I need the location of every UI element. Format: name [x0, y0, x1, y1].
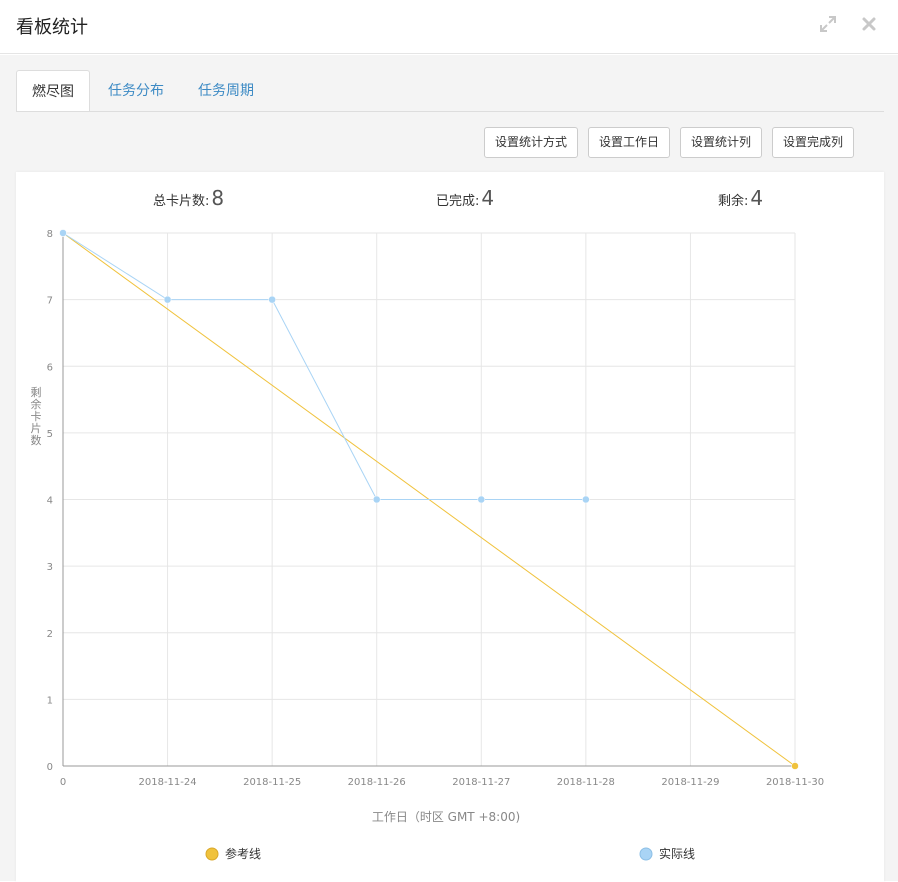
x-tick-label: 2018-11-28	[557, 777, 615, 788]
y-tick-label: 6	[47, 362, 53, 373]
series-point-1	[372, 495, 381, 504]
y-tick-label: 1	[47, 695, 53, 706]
x-tick-label: 2018-11-26	[348, 777, 406, 788]
x-tick-label: 2018-11-29	[661, 777, 719, 788]
series-point-1	[268, 295, 276, 304]
y-axis-label-char: 数	[31, 434, 42, 447]
y-tick-label: 2	[47, 629, 53, 640]
x-axis-label: 工作日（时区 GMT +8:00)	[372, 810, 520, 824]
x-tick-label: 2018-11-25	[243, 777, 301, 788]
x-tick-label: 2018-11-24	[139, 777, 197, 788]
x-tick-label: 2018-11-30	[766, 777, 824, 788]
x-tick-label: 2018-11-27	[452, 777, 510, 788]
y-tick-label: 0	[47, 762, 53, 773]
burndown-chart: 0 1 2 3 4 5 6 7 8 0 2018-11-24 2018-11-25 2018-11-26…	[31, 229, 825, 861]
y-tick-label: 4	[47, 496, 53, 507]
series-point-1	[59, 229, 67, 237]
y-tick-label: 3	[47, 562, 53, 573]
series-point-1	[477, 495, 486, 504]
series-point-1	[582, 495, 590, 504]
legend-label-1[interactable]: 实际线	[659, 846, 695, 861]
series-point-1	[163, 295, 172, 304]
y-tick-label: 7	[47, 296, 53, 307]
y-axis-label-char: 余	[31, 397, 42, 411]
series-point-0	[791, 762, 799, 770]
legend-marker-1[interactable]	[639, 847, 653, 861]
legend-label-0[interactable]: 参考线	[225, 846, 261, 861]
x-tick-label: 0	[60, 777, 66, 788]
y-tick-label: 5	[47, 429, 53, 440]
y-tick-label: 8	[47, 229, 53, 240]
legend-marker-0[interactable]	[205, 847, 219, 861]
